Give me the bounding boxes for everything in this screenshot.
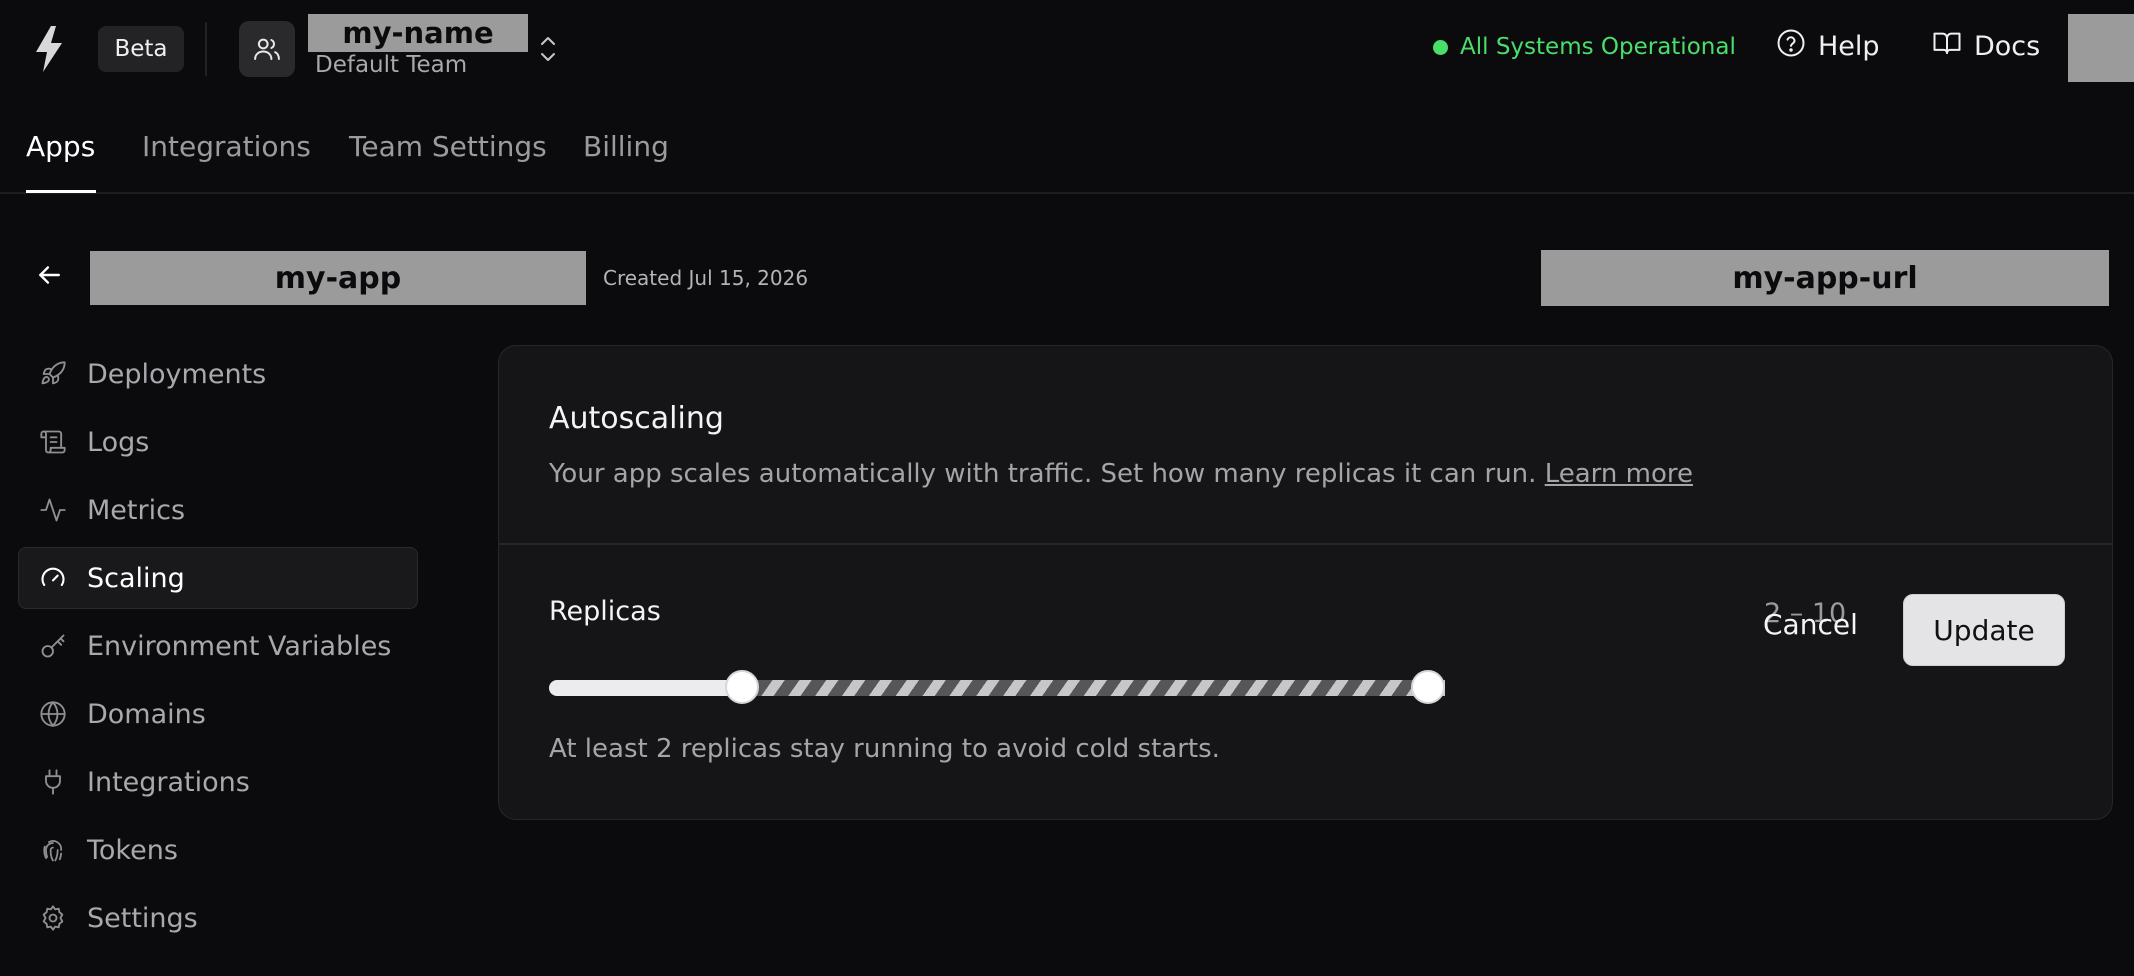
slider-thumb-min[interactable] [724,670,759,704]
tab-team-settings[interactable]: Team Settings [349,130,547,163]
tab-apps[interactable]: Apps [26,130,95,163]
sidebar-item-scaling[interactable]: Scaling [18,547,418,609]
beta-badge: Beta [98,26,184,72]
replicas-label: Replicas [549,596,661,627]
help-label: Help [1818,31,1880,62]
activity-icon [39,496,67,524]
replicas-hint: At least 2 replicas stay running to avoi… [549,734,1220,764]
user-avatar[interactable] [2068,14,2134,82]
docs-label: Docs [1974,31,2041,62]
status-text: All Systems Operational [1460,34,1736,60]
sidebar-item-label: Settings [87,902,198,934]
plug-icon [39,768,67,796]
update-button[interactable]: Update [1903,594,2065,666]
sidebar-item-label: Domains [87,698,206,730]
bolt-logo-icon[interactable] [34,26,64,72]
sidebar-item-label: Metrics [87,494,186,526]
sidebar-item-integrations[interactable]: Integrations [18,751,418,813]
help-circle-icon [1776,28,1806,65]
app-sidebar: Deployments Logs Metrics Scaling Environ… [18,343,418,955]
sidebar-item-deployments[interactable]: Deployments [18,343,418,405]
book-icon [1932,28,1962,65]
main-tabs: Apps Integrations Team Settings Billing [0,108,2134,194]
key-icon [39,632,67,660]
tab-integrations[interactable]: Integrations [142,130,311,163]
gauge-icon [39,564,67,592]
sidebar-item-label: Tokens [87,834,178,866]
back-arrow-icon[interactable] [36,262,62,288]
sidebar-item-label: Environment Variables [87,630,392,662]
sidebar-item-environment-variables[interactable]: Environment Variables [18,615,418,677]
card-divider [499,543,2112,545]
autoscaling-card: Autoscaling Your app scales automaticall… [498,345,2113,820]
slider-fill-minimum [549,680,742,696]
card-description: Your app scales automatically with traff… [549,459,1693,489]
rocket-icon [39,360,67,388]
sidebar-item-metrics[interactable]: Metrics [18,479,418,541]
sidebar-item-label: Integrations [87,766,250,798]
sidebar-item-label: Logs [87,426,150,458]
cancel-button[interactable]: Cancel [1739,594,1882,654]
team-users-icon[interactable] [239,21,295,77]
chevron-up-down-icon[interactable] [536,32,560,66]
app-created-date: Created Jul 15, 2026 [603,266,809,290]
slider-thumb-max[interactable] [1411,670,1445,704]
globe-icon [39,700,67,728]
scroll-icon [39,428,67,456]
help-link[interactable]: Help [1776,28,1880,65]
top-bar: Beta my-name Default Team All Systems Op… [0,0,2134,98]
status-dot-icon [1433,39,1448,55]
team-subtitle: Default Team [315,52,468,78]
app-url[interactable]: my-app-url [1541,250,2109,306]
tab-billing[interactable]: Billing [583,130,669,163]
active-tab-indicator [26,190,96,193]
description-text: Your app scales automatically with traff… [549,459,1537,489]
system-status[interactable]: All Systems Operational [1433,34,1736,60]
sidebar-item-label: Scaling [87,562,185,594]
sidebar-item-label: Deployments [87,358,267,390]
sidebar-item-tokens[interactable]: Tokens [18,819,418,881]
card-title: Autoscaling [549,401,724,436]
sidebar-item-logs[interactable]: Logs [18,411,418,473]
learn-more-link[interactable]: Learn more [1545,459,1693,489]
team-name[interactable]: my-name [308,14,528,52]
app-name: my-app [90,251,586,305]
header-divider [205,22,207,76]
slider-fill-range [741,680,1445,696]
sidebar-item-domains[interactable]: Domains [18,683,418,745]
docs-link[interactable]: Docs [1932,28,2040,65]
fingerprint-icon [39,836,67,864]
sidebar-item-settings[interactable]: Settings [18,887,418,949]
gear-icon [39,904,67,932]
replicas-range-slider[interactable] [549,666,1445,710]
